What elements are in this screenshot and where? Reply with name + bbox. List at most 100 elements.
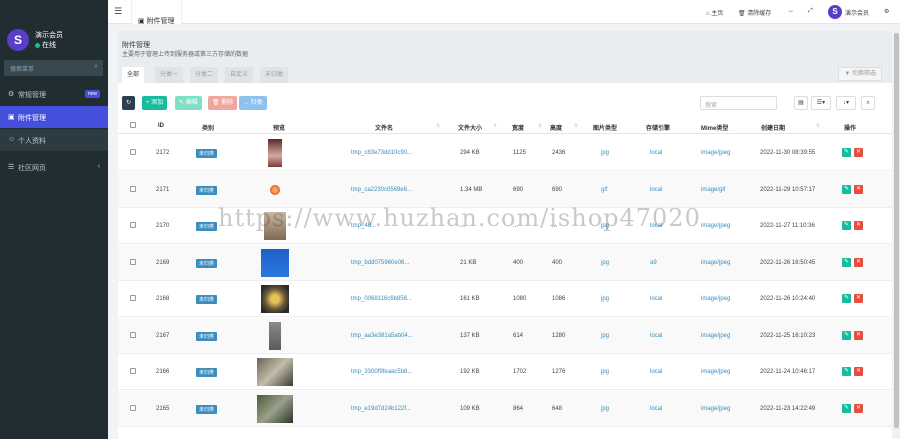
sort-icon[interactable]: ⇅ xyxy=(574,123,578,129)
storage-link[interactable]: local xyxy=(650,296,662,302)
home-link[interactable]: ⌂ 主页 xyxy=(706,8,723,17)
select-all-checkbox[interactable] xyxy=(130,122,136,128)
mime-link[interactable]: image/jpeg xyxy=(701,296,730,302)
image-type-link[interactable]: jpg xyxy=(601,296,609,302)
th-id[interactable]: ID xyxy=(158,123,164,129)
menu-toggle-icon[interactable]: ☰ xyxy=(114,6,122,17)
image-type-link[interactable]: gif xyxy=(601,187,607,193)
delete-row-icon[interactable]: ✕ xyxy=(854,221,863,230)
top-avatar[interactable]: S xyxy=(828,5,842,19)
filename-link[interactable]: tmp_aa3e381a5ab04... xyxy=(351,333,413,339)
delete-row-icon[interactable]: ✕ xyxy=(854,367,863,376)
tab-category-1[interactable]: 分类一 xyxy=(155,67,184,83)
row-checkbox[interactable] xyxy=(130,149,136,155)
page-scrollbar[interactable] xyxy=(893,31,900,439)
tab-attachment[interactable]: ▣ 附件管理 xyxy=(131,0,182,25)
filename-link[interactable]: tmp_c83e73dd10c90... xyxy=(351,150,412,156)
row-checkbox[interactable] xyxy=(130,185,136,192)
sidebar-item-attachment[interactable]: ▣ 附件管理 xyxy=(0,106,108,128)
toggle-view-icon[interactable]: ▤ xyxy=(794,96,808,110)
preview-thumbnail[interactable] xyxy=(269,321,281,350)
filename-link[interactable]: tmp_ca2230c0569e6... xyxy=(351,187,412,193)
preview-thumbnail[interactable] xyxy=(257,394,293,423)
image-type-link[interactable]: jpg xyxy=(601,406,609,412)
category-badge[interactable]: 未归类 xyxy=(196,331,218,341)
th-filesize[interactable]: 文件大小 xyxy=(458,123,482,132)
sidebar-item-general[interactable]: ⚙ 常规管理 new xyxy=(0,83,108,105)
th-filename[interactable]: 文件名 xyxy=(375,123,393,132)
th-width[interactable]: 宽度 xyxy=(512,123,524,132)
columns-dropdown-icon[interactable]: ☰▾ xyxy=(811,96,831,110)
mime-link[interactable]: image/jpeg xyxy=(701,369,730,375)
category-badge[interactable]: 未归类 xyxy=(196,368,218,377)
user-menu[interactable]: 演示会员 xyxy=(845,8,869,17)
edit-row-icon[interactable]: ✎ xyxy=(842,330,851,340)
mime-link[interactable]: image/jpeg xyxy=(701,333,730,339)
category-badge[interactable]: 未归类 xyxy=(196,222,218,231)
preview-thumbnail[interactable] xyxy=(261,285,289,313)
row-checkbox[interactable] xyxy=(130,258,136,265)
tab-unclassified[interactable]: 未归类 xyxy=(260,67,289,83)
table-row[interactable]: 2172 未归类 tmp_c83e73dd10c90... 294 KB 1125 243… xyxy=(118,135,892,171)
table-row[interactable]: 2169 未归类 tmp_bdd075960e06... 21 KB 400 400 jpg… xyxy=(118,244,892,281)
settings-gear-icon[interactable]: ⚙ xyxy=(884,8,889,15)
edit-row-icon[interactable]: ✎ xyxy=(842,221,851,230)
category-badge[interactable]: 未归类 xyxy=(196,185,218,195)
image-type-link[interactable]: jpg xyxy=(601,260,609,266)
language-icon[interactable]: ↔ xyxy=(788,8,794,14)
row-checkbox[interactable] xyxy=(130,295,136,301)
delete-row-icon[interactable]: ✕ xyxy=(854,257,863,267)
filename-link[interactable]: tmp_bdd075960e06... xyxy=(351,260,409,266)
image-type-link[interactable]: jpg xyxy=(601,333,609,339)
table-row[interactable]: 2168 未归类 tmp_0068116c6b858... 161 KB 1080 108… xyxy=(118,281,892,317)
sidebar-item-community[interactable]: ☰ 社区网页 ‹ xyxy=(0,156,108,178)
tab-category-2[interactable]: 分类二 xyxy=(190,67,219,83)
mime-link[interactable]: image/jpeg xyxy=(701,223,730,229)
sort-icon[interactable]: ⇅ xyxy=(538,123,542,129)
preview-thumbnail[interactable] xyxy=(268,139,282,167)
delete-row-icon[interactable]: ✕ xyxy=(854,184,863,194)
mime-link[interactable]: image/jpeg xyxy=(701,150,730,156)
storage-link[interactable]: local xyxy=(650,369,662,375)
edit-row-icon[interactable]: ✎ xyxy=(842,403,851,413)
delete-row-icon[interactable]: ✕ xyxy=(854,330,863,340)
classify-button[interactable]: → 归类 xyxy=(239,96,267,110)
category-badge[interactable]: 未归类 xyxy=(196,295,218,304)
edit-row-icon[interactable]: ✎ xyxy=(842,184,851,194)
mime-link[interactable]: image/jpeg xyxy=(701,260,730,266)
category-badge[interactable]: 未归类 xyxy=(196,258,218,268)
category-badge[interactable]: 未归类 xyxy=(196,404,218,414)
search-toggle-icon[interactable]: ⌕ xyxy=(861,96,875,110)
edit-row-icon[interactable]: ✎ xyxy=(842,367,851,376)
category-badge[interactable]: 未归类 xyxy=(196,149,218,158)
storage-link[interactable]: local xyxy=(650,406,662,412)
row-checkbox[interactable] xyxy=(130,368,136,374)
edit-row-icon[interactable]: ✎ xyxy=(842,257,851,267)
table-row[interactable]: 2167 未归类 tmp_aa3e381a5ab04... 137 KB 614 1280… xyxy=(118,317,892,354)
filename-link[interactable]: tmp_0068116c6b858... xyxy=(351,296,412,302)
export-dropdown-icon[interactable]: ↓▾ xyxy=(836,96,856,110)
tab-all[interactable]: 全部 xyxy=(122,67,145,83)
storage-link[interactable]: a9 xyxy=(650,260,657,266)
fullscreen-icon[interactable]: ⤢ xyxy=(808,8,813,15)
th-create-date[interactable]: 创建日期 xyxy=(761,123,785,132)
tab-custom[interactable]: 自定义 xyxy=(225,67,254,83)
filter-toggle-button[interactable]: ▼ 切换筛选 xyxy=(838,67,882,81)
table-search-input[interactable]: 搜索 xyxy=(700,96,777,110)
add-button[interactable]: + 添加 xyxy=(142,96,168,110)
storage-link[interactable]: local xyxy=(650,333,662,339)
row-checkbox[interactable] xyxy=(130,222,136,228)
storage-link[interactable]: local xyxy=(650,187,662,193)
mime-link[interactable]: image/gif xyxy=(701,187,725,193)
sidebar-item-profile[interactable]: ☺ 个人资料 xyxy=(0,129,108,151)
clear-cache-link[interactable]: 🗑 清除缓存 xyxy=(738,8,771,17)
preview-thumbnail[interactable] xyxy=(261,248,289,277)
sort-icon[interactable]: ⇅ xyxy=(436,123,440,129)
edit-row-icon[interactable]: ✎ xyxy=(842,294,851,303)
delete-row-icon[interactable]: ✕ xyxy=(854,148,863,157)
preview-thumbnail[interactable] xyxy=(257,358,293,386)
edit-button[interactable]: ✎ 编辑 xyxy=(175,96,202,110)
preview-thumbnail[interactable] xyxy=(270,184,280,195)
sort-icon[interactable]: ⇅ xyxy=(493,123,497,129)
delete-row-icon[interactable]: ✕ xyxy=(854,294,863,303)
